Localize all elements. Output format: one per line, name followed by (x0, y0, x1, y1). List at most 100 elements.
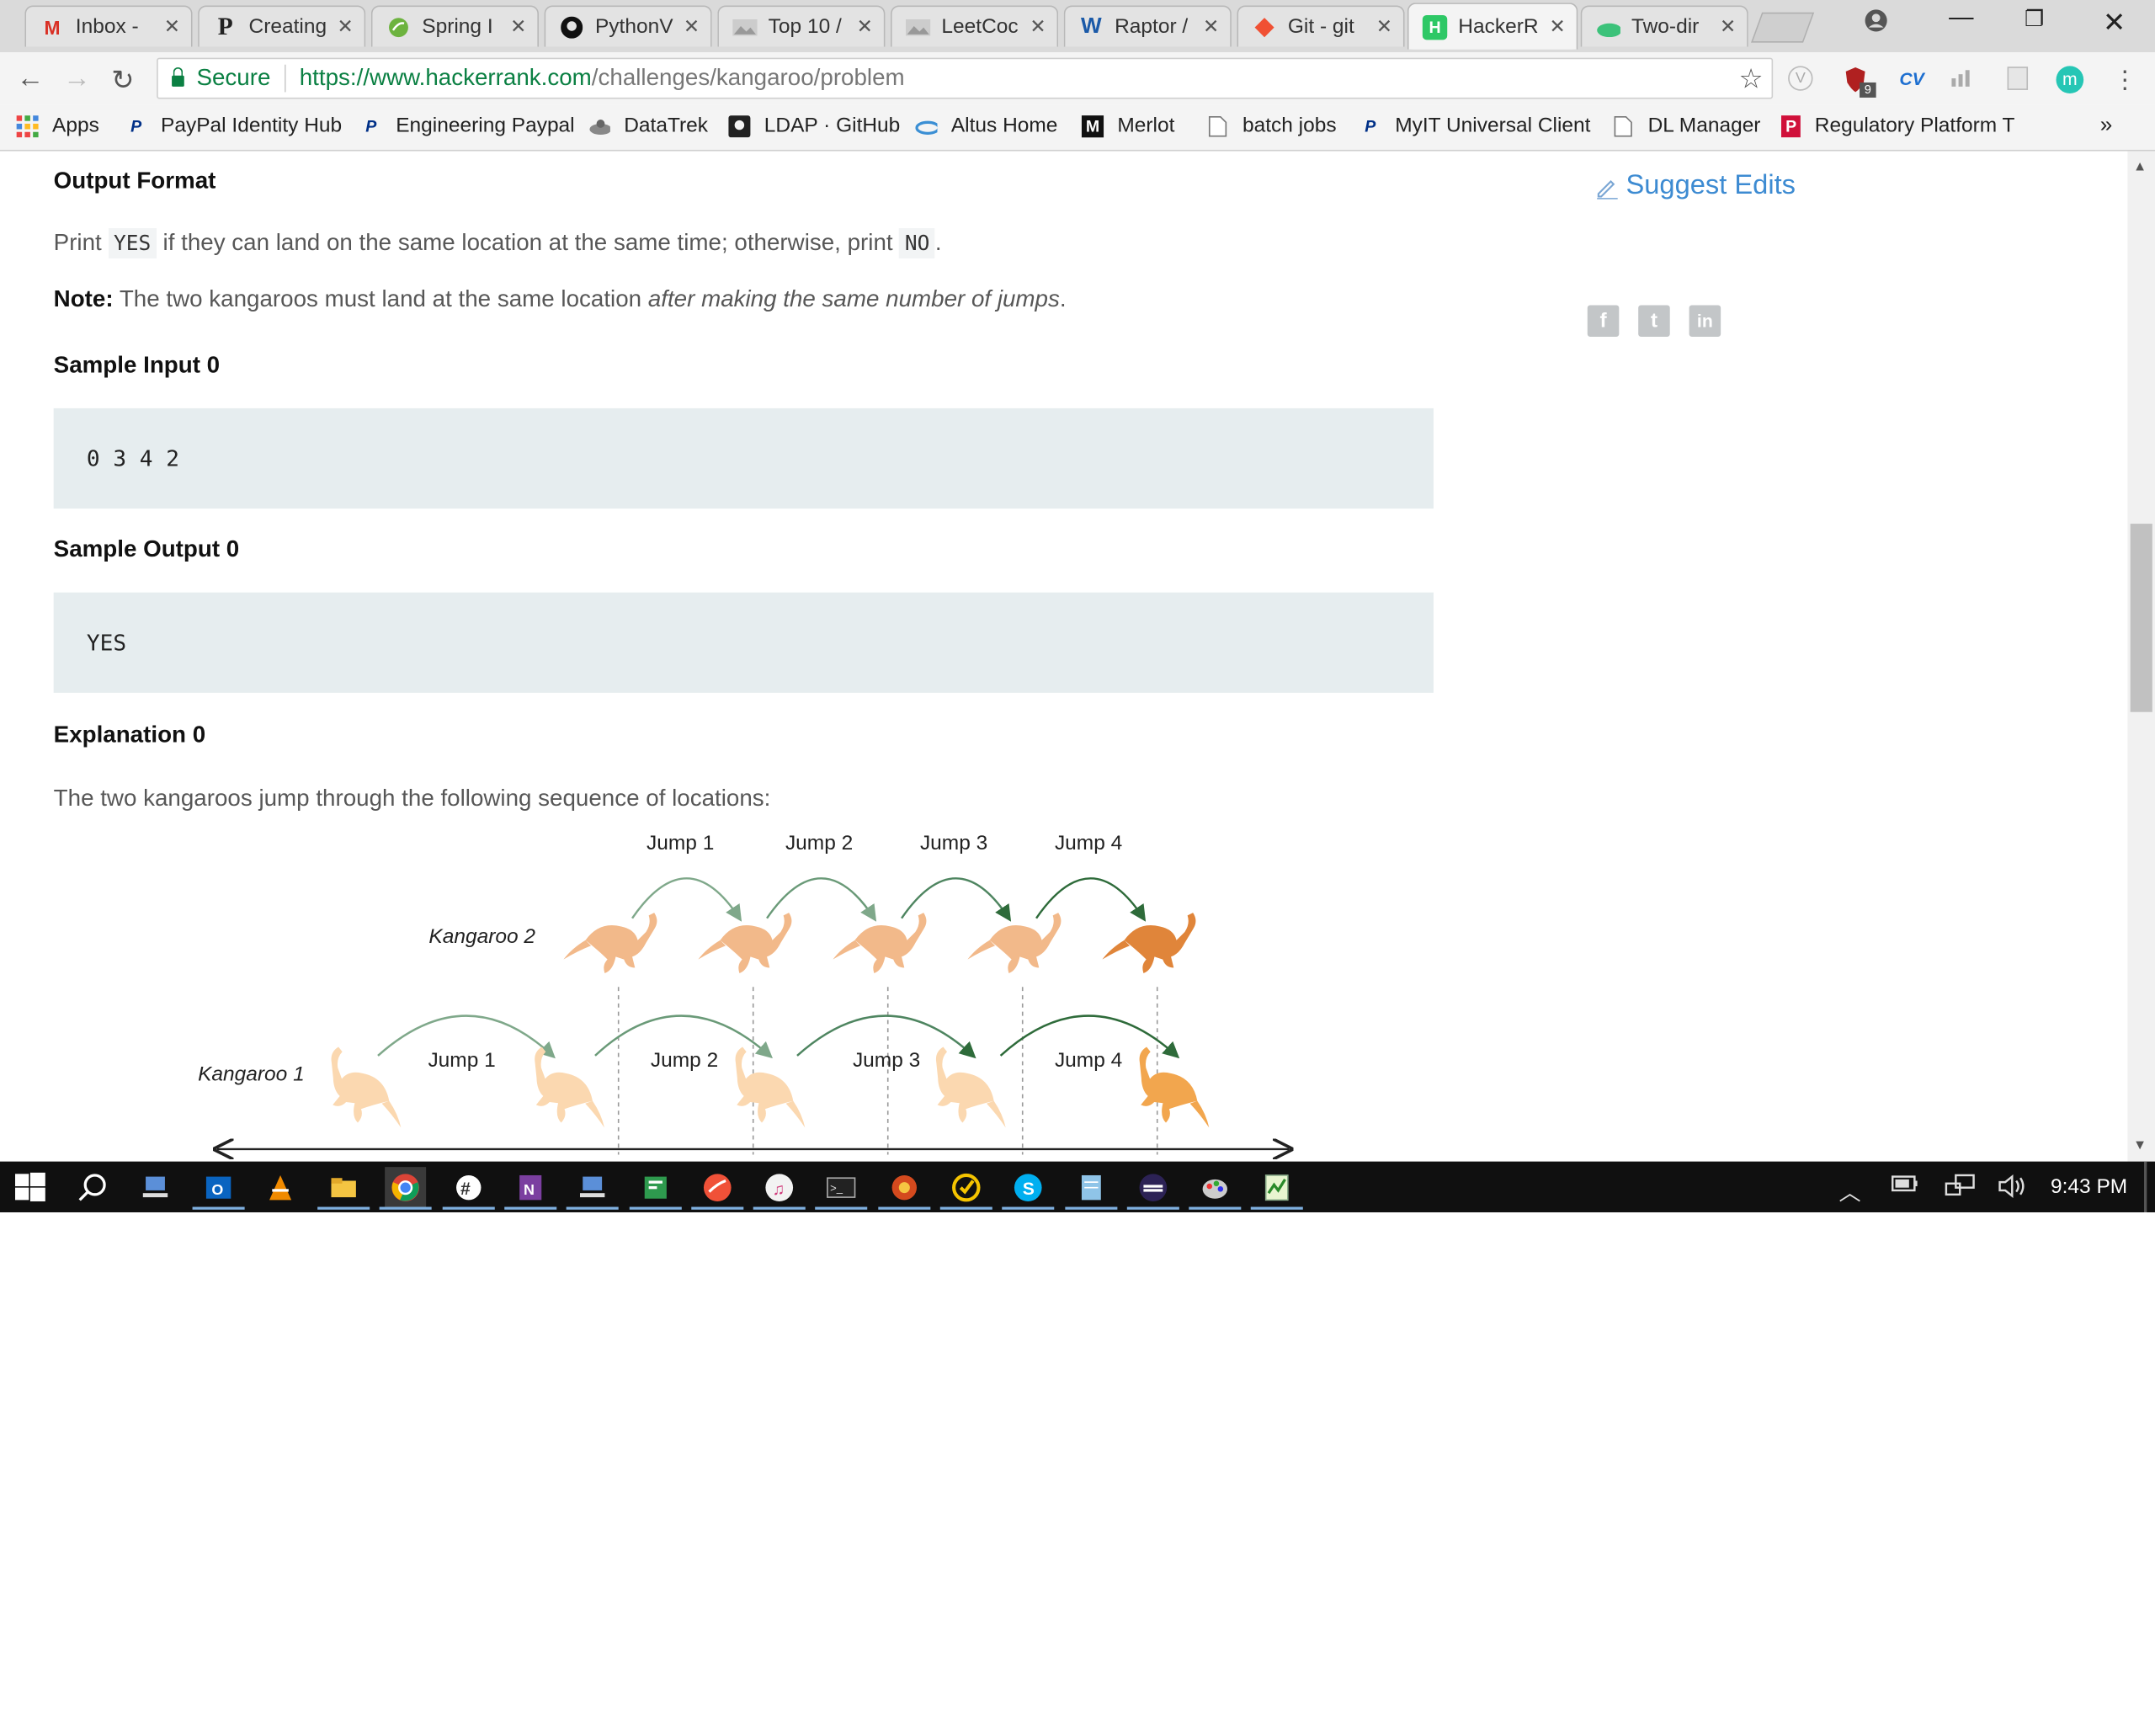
vimium-extension-icon[interactable]: V (1788, 66, 1813, 91)
image-icon (732, 14, 758, 39)
tab-git[interactable]: Git - git ✕ (1237, 5, 1405, 47)
close-icon[interactable]: ✕ (337, 15, 353, 39)
onenote-icon[interactable]: N (504, 1167, 557, 1210)
print-instruction: Print YES if they can land on the same l… (54, 228, 942, 258)
bookmark-myit-universal-client[interactable]: P MyIT Universal Client (1360, 114, 1590, 138)
bookmark-dl-manager[interactable]: DL Manager (1612, 114, 1760, 137)
network-app-icon[interactable] (135, 1167, 176, 1206)
chart-extension-icon[interactable] (1949, 66, 1977, 93)
skype-icon[interactable]: S (1002, 1167, 1055, 1210)
bookmark-regulatory-platform[interactable]: P Regulatory Platform T (1780, 114, 2015, 137)
facebook-share-icon[interactable]: f (1587, 305, 1620, 338)
close-icon[interactable]: ✕ (1376, 15, 1392, 39)
bookmark-merlot[interactable]: M Merlot (1081, 114, 1174, 137)
scrollbar-thumb[interactable] (2130, 524, 2152, 712)
close-icon[interactable]: ✕ (1720, 15, 1736, 39)
bookmark-engineering-paypal[interactable]: P Engineering Paypal (360, 114, 574, 138)
paint-icon[interactable] (1189, 1167, 1242, 1210)
vlc-icon[interactable] (260, 1167, 301, 1206)
bookmark-batch-jobs[interactable]: batch jobs (1207, 114, 1337, 137)
tab-top10[interactable]: Top 10 / ✕ (717, 5, 886, 47)
address-bar[interactable]: Secure https://www.hackerrank.com/challe… (157, 57, 1774, 99)
tab-python[interactable]: PythonV ✕ (544, 5, 712, 47)
twitter-share-icon[interactable]: t (1638, 305, 1670, 338)
terminal-icon[interactable]: >_ (815, 1167, 868, 1210)
bookmarks-overflow-button[interactable]: » (2100, 114, 2113, 139)
network-icon[interactable] (1945, 1174, 1975, 1206)
minimize-icon[interactable]: — (1949, 3, 1973, 31)
apps-grid-icon (16, 114, 39, 137)
tab-title: LeetCoc (941, 14, 1019, 39)
shield-extension-icon[interactable]: 9 (1842, 66, 1876, 98)
close-icon[interactable]: ✕ (857, 15, 873, 39)
remote-desktop-icon[interactable] (566, 1167, 619, 1210)
close-icon[interactable]: ✕ (164, 15, 180, 39)
reload-icon[interactable]: ↻ (111, 63, 134, 98)
notepad-icon[interactable] (1065, 1167, 1118, 1210)
itunes-icon[interactable]: ♫ (753, 1167, 806, 1210)
project-app-icon[interactable] (629, 1167, 682, 1210)
chrome-menu-icon[interactable]: ⋮ (2111, 66, 2139, 93)
tab-two-dim[interactable]: Two-dir ✕ (1580, 5, 1748, 47)
page-scrollbar[interactable]: ▲ ▼ (2127, 151, 2155, 1162)
forward-icon[interactable]: → (63, 63, 91, 95)
back-icon[interactable]: ← (17, 63, 45, 95)
tab-leetcode[interactable]: LeetCoc ✕ (890, 5, 1059, 47)
overflow-label: » (2099, 114, 2113, 138)
close-icon[interactable]: ✕ (684, 15, 700, 39)
bottom-jump-label: Jump 1 (428, 1049, 495, 1072)
document-extension-icon[interactable] (2003, 66, 2031, 93)
tab-creating[interactable]: P Creating ✕ (198, 5, 366, 47)
chrome-icon[interactable] (379, 1167, 432, 1210)
close-icon[interactable]: ✕ (510, 15, 526, 39)
outlook-icon[interactable]: O (192, 1167, 245, 1210)
bookmark-star-icon[interactable]: ☆ (1738, 61, 1763, 96)
kangaroo1-figure (714, 1046, 825, 1141)
bookmark-datatrek[interactable]: DataTrek (588, 114, 708, 137)
close-window-icon[interactable]: ✕ (2103, 6, 2126, 40)
bookmark-apps[interactable]: Apps (16, 114, 99, 137)
show-desktop-button[interactable] (2144, 1161, 2147, 1213)
close-icon[interactable]: ✕ (1203, 15, 1219, 39)
scroll-down-arrow-icon[interactable]: ▼ (2133, 1138, 2147, 1153)
file-explorer-icon[interactable] (317, 1167, 370, 1210)
tab-spring[interactable]: Spring I ✕ (370, 5, 540, 47)
new-tab-button[interactable] (1751, 12, 1815, 43)
bottom-jump-label: Jump 4 (1055, 1049, 1122, 1072)
slack-icon[interactable]: # (442, 1167, 495, 1210)
secure-indicator[interactable]: Secure (172, 65, 270, 93)
text: if they can land on the same location at… (162, 229, 893, 256)
bookmark-ldap-github[interactable]: LDAP · GitHub (728, 114, 900, 137)
text: . (934, 229, 942, 256)
taskbar-clock[interactable]: 9:43 PM (2051, 1175, 2127, 1199)
close-icon[interactable]: ✕ (1549, 15, 1565, 39)
tab-inbox[interactable]: M Inbox - ✕ (24, 5, 193, 47)
battery-icon[interactable] (1892, 1174, 1919, 1200)
search-icon[interactable] (72, 1167, 113, 1206)
m-extension-icon[interactable]: m (2056, 66, 2084, 94)
task-manager-icon[interactable] (1250, 1167, 1303, 1210)
kangaroo2-jump-arrow (1035, 877, 1147, 922)
scroll-up-arrow-icon[interactable]: ▲ (2133, 159, 2147, 174)
tab-title: HackerR (1458, 14, 1539, 39)
norton-icon[interactable] (939, 1167, 992, 1210)
profile-icon[interactable] (1864, 8, 1888, 40)
tab-raptor[interactable]: W Raptor / ✕ (1063, 5, 1232, 47)
tab-hackerrank[interactable]: H HackerR ✕ (1407, 3, 1578, 50)
restore-icon[interactable]: ❐ (2025, 6, 2044, 34)
suggest-edits-link[interactable]: Suggest Edits (1594, 170, 1796, 202)
eclipse-icon[interactable] (1126, 1167, 1179, 1210)
linkedin-share-icon[interactable]: in (1689, 305, 1721, 338)
burst-app-icon[interactable] (878, 1167, 931, 1210)
swift-app-icon[interactable] (691, 1167, 744, 1210)
cv-extension-icon[interactable]: CV (1895, 66, 1928, 93)
close-icon[interactable]: ✕ (1030, 15, 1046, 39)
windows-start-icon[interactable] (9, 1167, 51, 1206)
show-hidden-icons-icon[interactable]: ︿ (1839, 1174, 1861, 1206)
volume-icon[interactable] (1997, 1174, 2027, 1206)
inline-code-yes: YES (108, 228, 157, 258)
bookmark-altus-home[interactable]: Altus Home (915, 114, 1057, 137)
kangaroo1-figure (915, 1046, 1026, 1141)
svg-text:N: N (524, 1180, 535, 1197)
bookmark-paypal-identity-hub[interactable]: P PayPal Identity Hub (125, 114, 342, 138)
